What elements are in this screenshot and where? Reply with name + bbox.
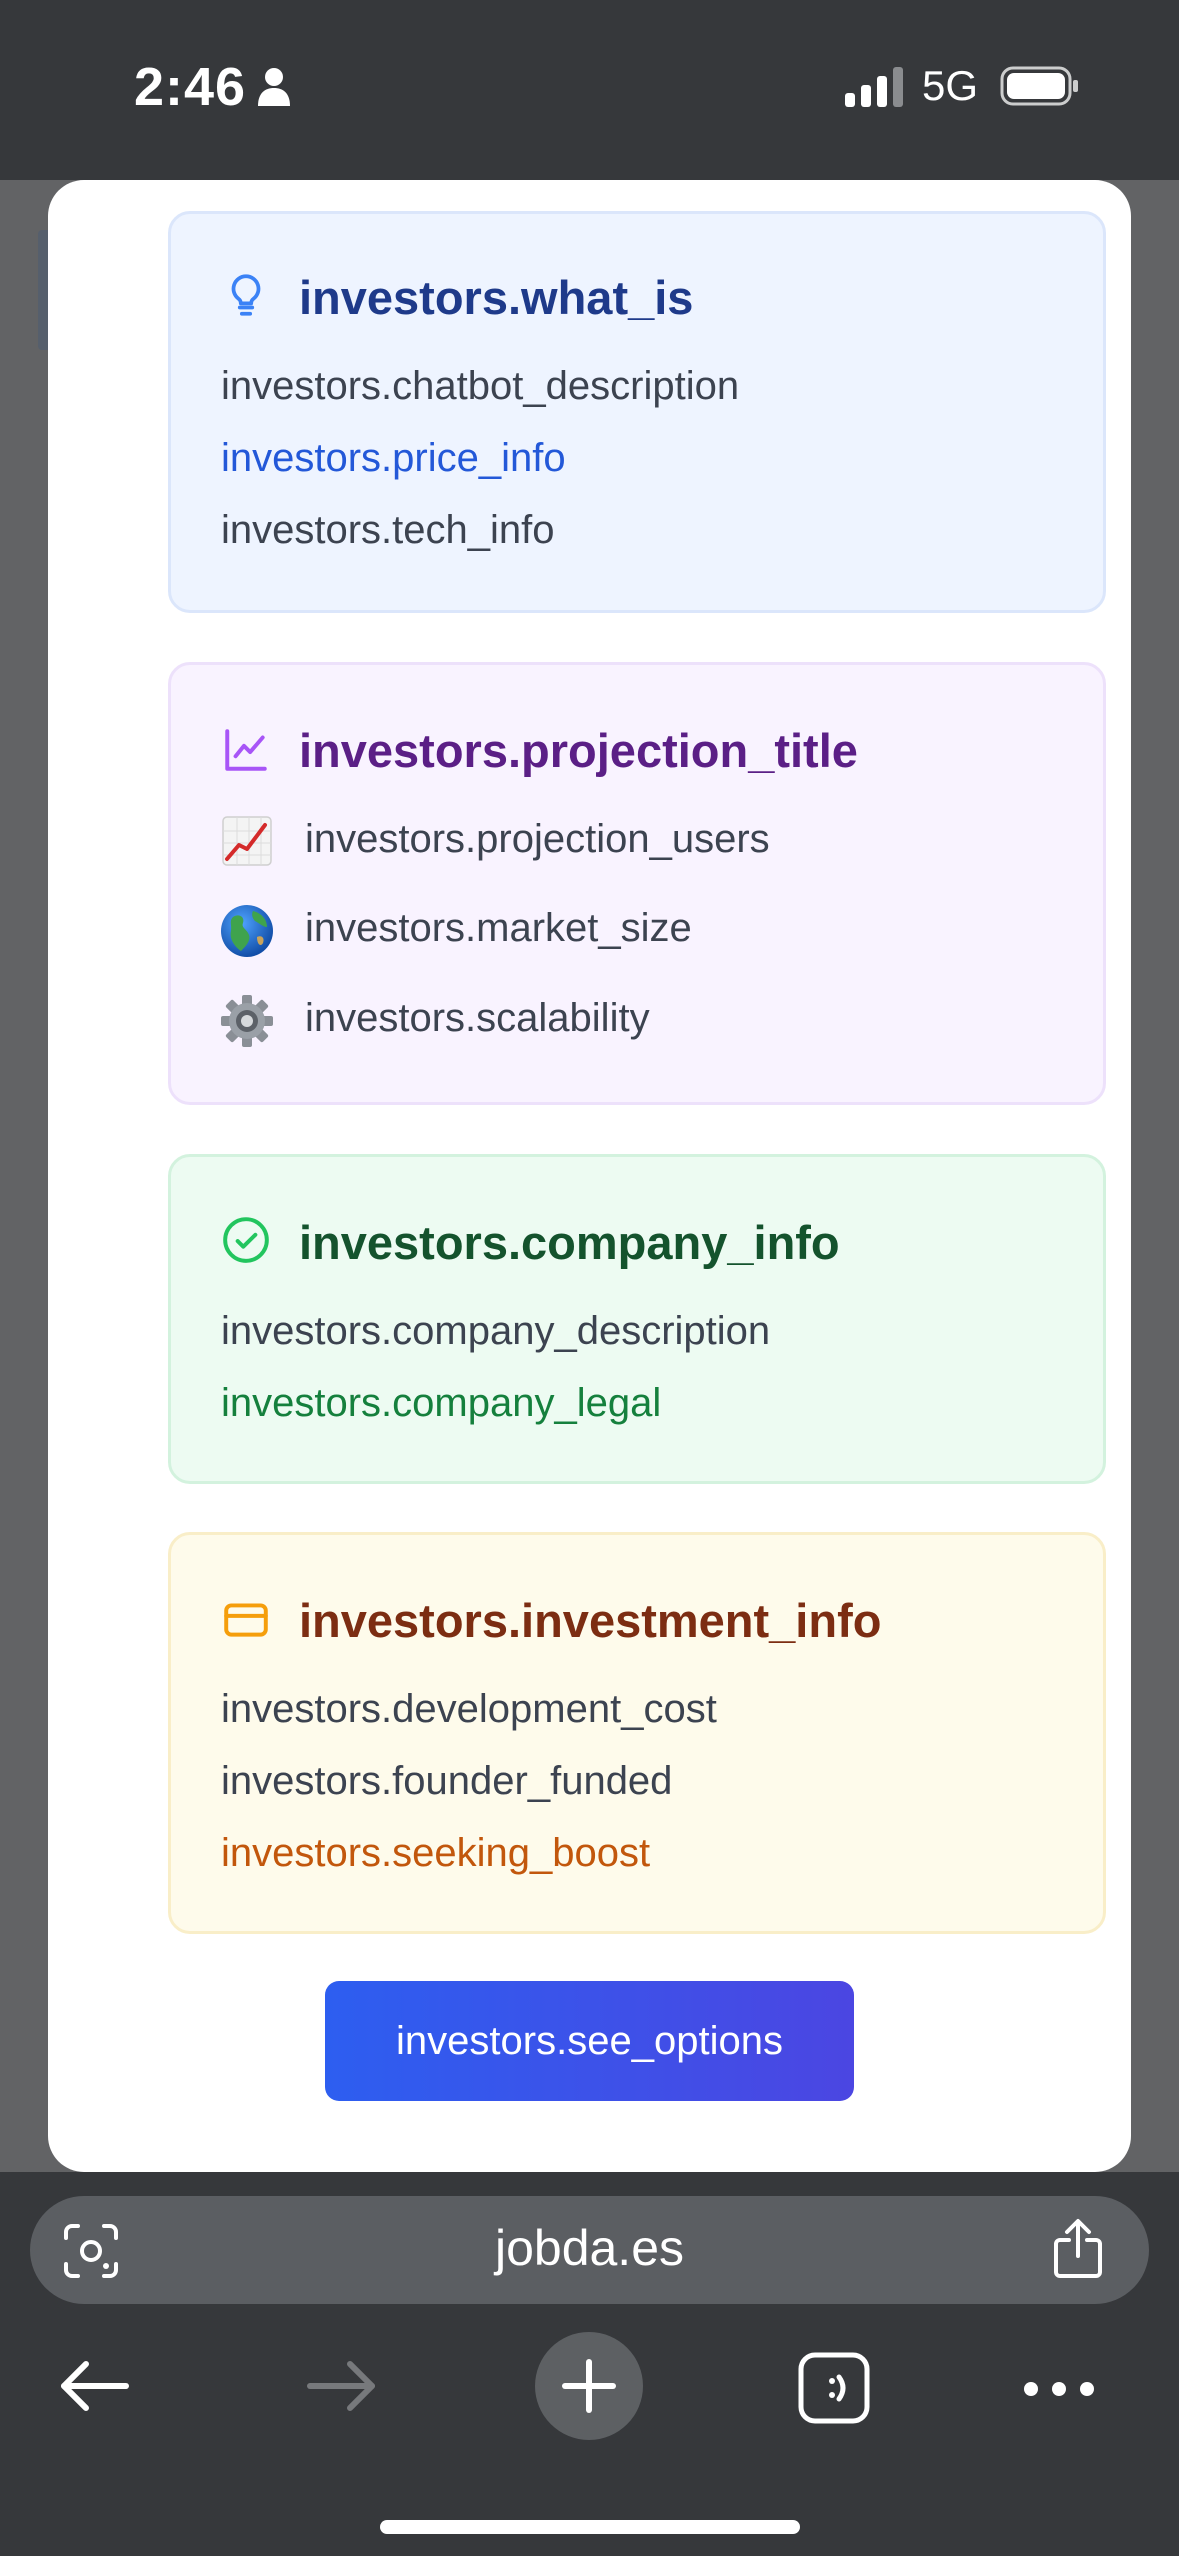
investment-info-card: investors.investment_info investors.deve…	[168, 1532, 1106, 1934]
company-legal-text: investors.company_legal	[221, 1381, 662, 1425]
chart-line-icon	[225, 729, 267, 771]
person-icon	[258, 68, 290, 106]
forward-arrow-icon[interactable]	[306, 2360, 378, 2412]
company-info-title: investors.company_info	[299, 1216, 840, 1269]
back-arrow-icon[interactable]	[58, 2360, 130, 2412]
plus-icon	[562, 2359, 616, 2413]
battery-icon	[1000, 66, 1078, 106]
projection-users-text: investors.projection_users	[305, 817, 770, 861]
market-size-text: investors.market_size	[305, 906, 692, 950]
lightbulb-icon	[231, 274, 261, 316]
what-is-card: investors.what_is investors.chatbot_desc…	[168, 211, 1106, 613]
projection-title: investors.projection_title	[299, 724, 858, 777]
investment-info-title: investors.investment_info	[299, 1594, 882, 1647]
share-icon[interactable]	[1052, 2218, 1104, 2280]
more-options-icon[interactable]	[1022, 2374, 1096, 2404]
cellular-signal-icon	[845, 67, 903, 107]
seeking-boost-text: investors.seeking_boost	[221, 1831, 651, 1875]
investors-modal: investors.what_is investors.chatbot_desc…	[48, 180, 1131, 2172]
company-info-card: investors.company_info investors.company…	[168, 1154, 1106, 1484]
scalability-text: investors.scalability	[305, 996, 650, 1040]
development-cost-text: investors.development_cost	[221, 1687, 717, 1731]
check-circle-icon	[223, 1217, 269, 1263]
tab-switcher-icon[interactable]	[797, 2351, 871, 2425]
url-text[interactable]: jobda.es	[0, 2219, 1179, 2277]
status-time: 2:46	[134, 57, 247, 117]
founder-funded-text: investors.founder_funded	[221, 1759, 673, 1803]
new-tab-button[interactable]	[535, 2332, 643, 2440]
status-bar: 2:46 5G	[0, 0, 1179, 180]
network-type-label: 5G	[922, 62, 979, 109]
credit-card-icon	[224, 1603, 268, 1637]
see-options-button[interactable]: investors.see_options	[325, 1981, 854, 2101]
company-description-text: investors.company_description	[221, 1309, 771, 1353]
chatbot-description-text: investors.chatbot_description	[221, 364, 740, 408]
chart-increasing-emoji	[222, 816, 272, 866]
what-is-title: investors.what_is	[299, 271, 694, 324]
globe-emoji	[221, 905, 273, 957]
projection-card: investors.projection_title investors.pro…	[168, 662, 1106, 1105]
home-indicator[interactable]	[380, 2520, 800, 2534]
tech-info-text: investors.tech_info	[221, 508, 555, 552]
price-info-text: investors.price_info	[221, 436, 566, 480]
gear-emoji	[221, 995, 273, 1047]
